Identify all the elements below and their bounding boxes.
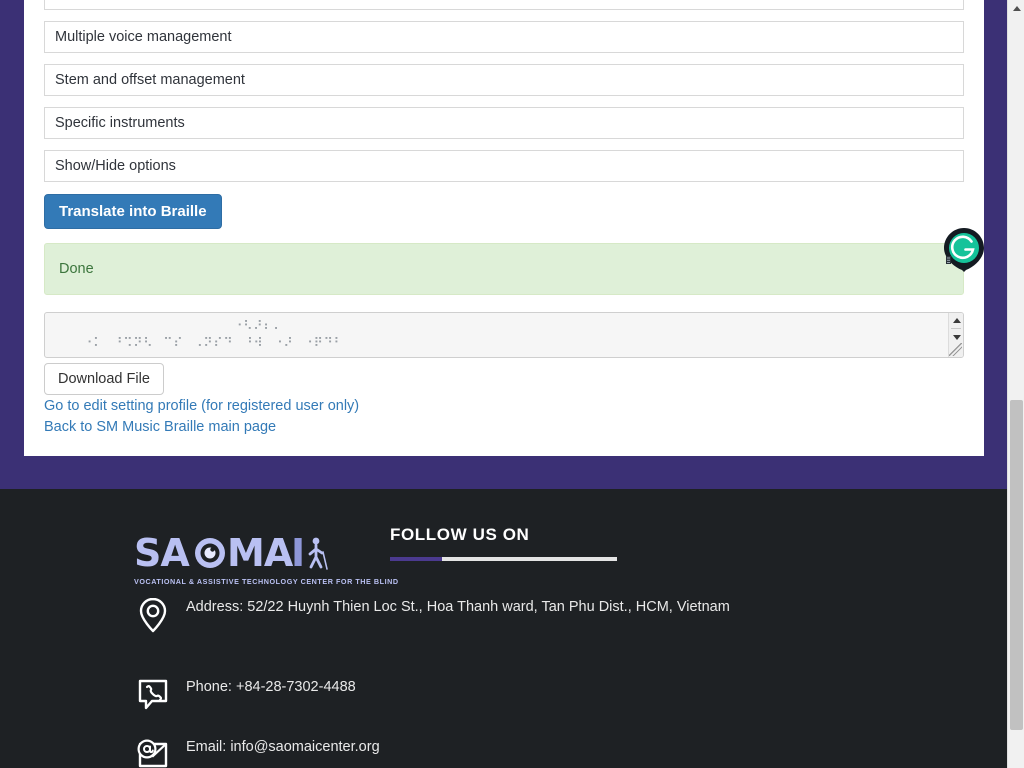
grammarly-widget-icon[interactable] <box>942 226 986 274</box>
location-pin-icon <box>134 595 172 635</box>
site-footer: SA MA I VOCATIONAL & ASSISTIVE TECHNOLOG… <box>0 489 1007 768</box>
option-row-specific-instruments[interactable]: Specific instruments <box>44 107 964 139</box>
textarea-scroll-down-icon[interactable] <box>949 330 963 344</box>
textarea-scroll-divider <box>951 328 961 329</box>
footer-address-row: Address: 52/22 Huynh Thien Loc St., Hoa … <box>134 595 730 635</box>
follow-us-block: FOLLOW US ON <box>390 525 620 561</box>
back-to-main-page-link[interactable]: Back to SM Music Braille main page <box>44 419 276 435</box>
option-row-stem-and-offset-management[interactable]: Stem and offset management <box>44 64 964 96</box>
web-page: Multiple voice management Stem and offse… <box>0 0 1007 768</box>
status-alert: Done <box>44 243 964 295</box>
svg-text:SA: SA <box>134 533 190 575</box>
status-alert-text: Done <box>59 261 94 277</box>
saomai-logo-tagline: VOCATIONAL & ASSISTIVE TECHNOLOGY CENTER… <box>134 577 399 586</box>
footer-phone-text: Phone: +84-28-7302-4488 <box>186 679 356 695</box>
braille-line-1: ⠀⠀⠀⠀⠐⠣⠜⠆⠄ <box>193 319 284 334</box>
braille-line-2: ⠐⠅⠀⠘⠩⠝⠣⠀⠉⠎⠀⠠⠝⠎⠙⠀⠘⠺⠀⠐⠜⠀⠐⠟⠙⠃ <box>83 336 344 351</box>
grammarly-logo-svg <box>944 228 984 272</box>
translate-into-braille-button[interactable]: Translate into Braille <box>44 194 222 229</box>
option-row-partial[interactable] <box>44 0 964 10</box>
textarea-scroll-up-icon[interactable] <box>949 313 963 327</box>
main-content-card: Multiple voice management Stem and offse… <box>24 0 984 456</box>
textarea-resize-grip-icon[interactable] <box>949 343 962 356</box>
braille-output-area[interactable]: ⠀⠀⠀⠀⠐⠣⠜⠆⠄ ⠐⠅⠀⠘⠩⠝⠣⠀⠉⠎⠀⠠⠝⠎⠙⠀⠘⠺⠀⠐⠜⠀⠐⠟⠙⠃ <box>44 312 964 358</box>
edit-setting-profile-link[interactable]: Go to edit setting profile (for register… <box>44 398 359 414</box>
browser-vertical-scrollbar[interactable] <box>1007 0 1024 768</box>
footer-email-text: Email: info@saomaicenter.org <box>186 739 380 755</box>
option-row-multiple-voice-management[interactable]: Multiple voice management <box>44 21 964 53</box>
follow-us-title: FOLLOW US ON <box>390 525 530 544</box>
email-envelope-icon <box>134 735 172 768</box>
saomai-logo-svg: SA MA I <box>134 533 328 575</box>
svg-text:I: I <box>291 533 304 575</box>
phone-icon <box>134 675 172 715</box>
footer-email-row: Email: info@saomaicenter.org <box>134 735 380 768</box>
scrollbar-thumb[interactable] <box>1010 400 1023 730</box>
svg-text:MA: MA <box>227 533 294 575</box>
scrollbar-up-arrow-icon[interactable] <box>1008 0 1024 17</box>
braille-output-textarea[interactable]: ⠀⠀⠀⠀⠐⠣⠜⠆⠄ ⠐⠅⠀⠘⠩⠝⠣⠀⠉⠎⠀⠠⠝⠎⠙⠀⠘⠺⠀⠐⠜⠀⠐⠟⠙⠃ <box>44 312 964 358</box>
footer-phone-row: Phone: +84-28-7302-4488 <box>134 675 356 715</box>
saomai-logo[interactable]: SA MA I VOCATIONAL & ASSISTIVE TECHNOLOG… <box>134 533 399 586</box>
download-file-button[interactable]: Download File <box>44 363 164 395</box>
follow-us-divider <box>390 557 617 561</box>
screen: Multiple voice management Stem and offse… <box>0 0 1024 768</box>
options-list: Multiple voice management Stem and offse… <box>44 0 964 193</box>
footer-address-text: Address: 52/22 Huynh Thien Loc St., Hoa … <box>186 599 730 615</box>
option-row-show-hide-options[interactable]: Show/Hide options <box>44 150 964 182</box>
